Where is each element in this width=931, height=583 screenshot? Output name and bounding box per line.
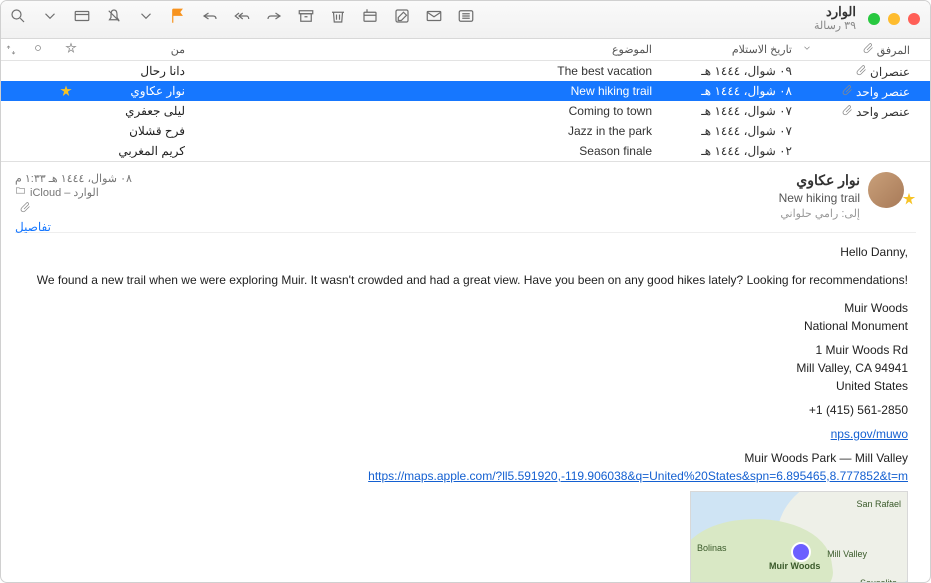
message-row[interactable]: كريم المغربيSeason finale٠٢ شوال، ١٤٤٤ ه… — [1, 141, 930, 161]
row-date: ٠٢ شوال، ١٤٤٤ هـ — [662, 144, 802, 158]
flag-icon[interactable] — [169, 7, 187, 25]
row-from: ليلى جعفري — [87, 104, 195, 118]
message-preview: ٠٨ شوال، ١٤٤٤ هـ ١:٣٣ م iCloud – الوارد … — [1, 161, 930, 583]
row-date: ٠٨ شوال، ١٤٤٤ هـ — [662, 84, 802, 98]
preview-to: إلى: رامي حلواني — [15, 207, 860, 220]
map-label: Muir Woods — [769, 560, 820, 574]
attachment-icon — [841, 84, 853, 99]
map-label: Mill Valley — [827, 548, 867, 562]
reply-all-icon[interactable] — [233, 7, 251, 25]
attachment-header-icon — [862, 42, 874, 57]
row-from: نوار عكاوي — [87, 84, 195, 98]
new-mail-icon[interactable] — [425, 7, 443, 25]
preview-from: نوار عكاوي — [15, 172, 860, 189]
date-sort-chevron[interactable] — [802, 43, 820, 56]
window-controls — [868, 13, 920, 25]
message-row[interactable]: دانا رحالThe best vacation٠٩ شوال، ١٤٤٤ … — [1, 61, 930, 81]
address-line-1: 1 Muir Woods Rd — [23, 341, 908, 359]
place-name-2: National Monument — [23, 317, 908, 335]
window-title-stack: الوارد ٣٩ رسالة — [814, 5, 856, 33]
reply-icon[interactable] — [201, 7, 219, 25]
minimize-button[interactable] — [888, 13, 900, 25]
forward-icon[interactable] — [265, 7, 283, 25]
mailboxes-icon[interactable] — [73, 7, 91, 25]
attachment-icon — [841, 104, 853, 119]
sort-icon[interactable] — [1, 44, 21, 56]
star-icon[interactable] — [56, 85, 76, 97]
row-subject: Coming to town — [195, 104, 662, 118]
message-row[interactable]: نوار عكاويNew hiking trail٠٨ شوال، ١٤٤٤ … — [1, 81, 930, 101]
window-title: الوارد — [814, 5, 856, 20]
sidebar-icon[interactable] — [457, 7, 475, 25]
row-from: فرح قشلان — [87, 124, 195, 138]
close-button[interactable] — [908, 13, 920, 25]
window-subtitle: ٣٩ رسالة — [814, 20, 856, 33]
titlebar: الوارد ٣٩ رسالة — [1, 1, 930, 39]
chevron-down-icon-2[interactable] — [137, 7, 155, 25]
trash-icon[interactable] — [329, 7, 347, 25]
details-link[interactable]: تفاصيل — [15, 220, 132, 234]
attachment-icon — [855, 64, 867, 79]
row-subject: Jazz in the park — [195, 124, 662, 138]
chevron-down-icon[interactable] — [41, 7, 59, 25]
message-row[interactable]: ليلى جعفريComing to town٠٧ شوال، ١٤٤٤ هـ… — [1, 101, 930, 121]
mute-icon[interactable] — [105, 7, 123, 25]
message-list-header: من الموضوع تاريخ الاستلام المرفق — [1, 39, 930, 61]
search-icon[interactable] — [9, 7, 27, 25]
archive-icon[interactable] — [297, 7, 315, 25]
row-attachment: عنصران — [820, 64, 930, 79]
place-name-1: Muir Woods — [23, 299, 908, 317]
divider — [15, 232, 916, 233]
map-label: Sausalito — [860, 577, 897, 583]
message-body: Hello Danny, We found a new trail when w… — [15, 243, 916, 583]
column-from[interactable]: من — [87, 43, 195, 56]
map-title: Muir Woods Park — Mill Valley — [23, 449, 908, 467]
row-from: دانا رحال — [87, 64, 195, 78]
address-line-3: United States — [23, 377, 908, 395]
map-preview[interactable]: San Rafael Muir Woods Mill Valley Sausal… — [690, 491, 908, 583]
row-attachment: عنصر واحد — [820, 104, 930, 119]
map-label: Bolinas — [697, 542, 727, 556]
star-icon[interactable] — [902, 192, 916, 209]
unread-header-icon[interactable] — [32, 42, 44, 57]
junk-icon[interactable] — [361, 7, 379, 25]
preview-subject: New hiking trail — [15, 191, 860, 205]
map-url-link[interactable]: https://maps.apple.com/?ll5.591920,-119.… — [368, 469, 908, 483]
column-attach[interactable]: المرفق — [820, 42, 930, 57]
row-subject: New hiking trail — [195, 84, 662, 98]
address-line-2: Mill Valley, CA 94941 — [23, 359, 908, 377]
body-paragraph: We found a new trail when we were explor… — [23, 271, 908, 289]
toolbar — [9, 7, 475, 25]
row-from: كريم المغربي — [87, 144, 195, 158]
row-date: ٠٩ شوال، ١٤٤٤ هـ — [662, 64, 802, 78]
column-date[interactable]: تاريخ الاستلام — [662, 43, 802, 56]
message-row[interactable]: فرح قشلانJazz in the park٠٧ شوال، ١٤٤٤ ه… — [1, 121, 930, 141]
map-label: San Rafael — [856, 498, 901, 512]
row-subject: The best vacation — [195, 64, 662, 78]
compose-icon[interactable] — [393, 7, 411, 25]
preview-header: نوار عكاوي New hiking trail إلى: رامي حل… — [15, 172, 916, 220]
mail-window: الوارد ٣٩ رسالة من الموضوع تاريخ الاستلا… — [0, 0, 931, 583]
row-date: ٠٧ شوال، ١٤٤٤ هـ — [662, 104, 802, 118]
zoom-button[interactable] — [868, 13, 880, 25]
body-greeting: Hello Danny, — [23, 243, 908, 261]
row-date: ٠٧ شوال، ١٤٤٤ هـ — [662, 124, 802, 138]
map-pin-icon — [791, 542, 811, 562]
sender-avatar[interactable] — [868, 172, 904, 208]
phone: +1 (415) 561-2850 — [23, 401, 908, 419]
star-header-icon[interactable] — [65, 42, 77, 57]
website-link[interactable]: nps.gov/muwo — [831, 427, 908, 441]
row-attachment: عنصر واحد — [820, 84, 930, 99]
column-subject[interactable]: الموضوع — [195, 43, 662, 56]
row-subject: Season finale — [195, 144, 662, 158]
message-list: دانا رحالThe best vacation٠٩ شوال، ١٤٤٤ … — [1, 61, 930, 161]
